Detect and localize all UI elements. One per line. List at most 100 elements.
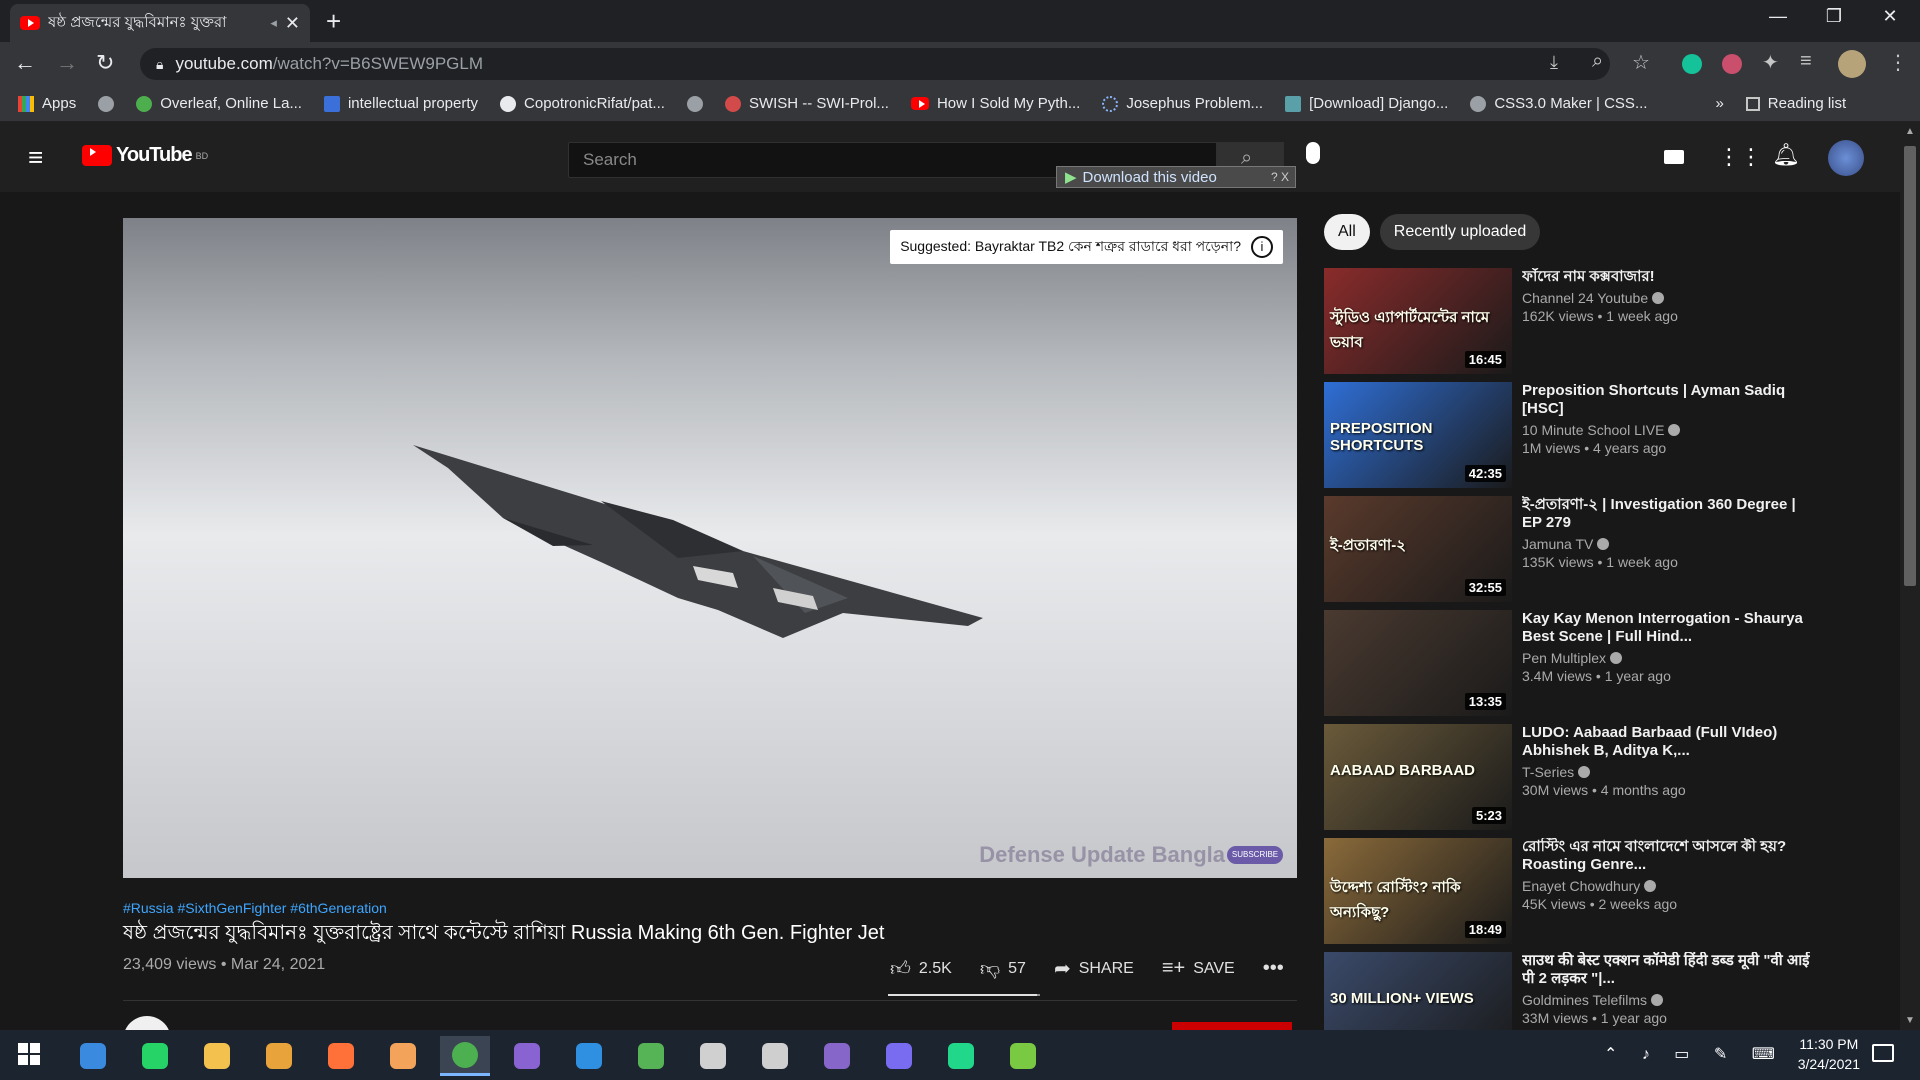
taskbar-app[interactable]: [378, 1036, 428, 1076]
mute-tab-icon[interactable]: ◂: [270, 15, 277, 31]
zoom-icon[interactable]: ⌕: [1592, 50, 1603, 73]
hamburger-menu-icon[interactable]: ≡: [28, 142, 43, 173]
install-icon[interactable]: ⤓: [1550, 52, 1558, 73]
extensions-puzzle-icon[interactable]: ✦: [1762, 50, 1779, 75]
recommendation-title[interactable]: ই-প্রতারণা-২ | Investigation 360 Degree …: [1522, 496, 1812, 532]
restore-window-icon[interactable]: ❐: [1814, 6, 1854, 27]
extension-colorful-icon[interactable]: [1722, 54, 1742, 74]
download-video-helper[interactable]: ▶ Download this video ? X: [1056, 166, 1296, 188]
recommendation-channel[interactable]: Enayet Chowdhury: [1522, 878, 1640, 894]
video-thumbnail[interactable]: 13:35: [1324, 610, 1512, 716]
chip-all[interactable]: All: [1324, 214, 1370, 250]
bookmark-swish[interactable]: SWISH -- SWI-Prol...: [724, 95, 889, 112]
more-actions-button[interactable]: •••: [1263, 957, 1284, 980]
bookmark-django[interactable]: [Download] Django...: [1285, 95, 1448, 112]
info-icon[interactable]: i: [1251, 236, 1273, 258]
taskbar-app[interactable]: [812, 1036, 862, 1076]
recommendation-item[interactable]: ই-প্রতারণা-২ 32:55 ই-প্রতারণা-২ | Investig…: [1324, 496, 1814, 602]
bookmark-josephus[interactable]: Josephus Problem...: [1102, 95, 1263, 112]
address-bar[interactable]: 🔒︎ youtube.com/watch?v=B6SWEW9PGLM: [140, 48, 1610, 80]
video-thumbnail[interactable]: ই-প্রতারণা-২ 32:55: [1324, 496, 1512, 602]
bookmark-apps[interactable]: Apps: [18, 95, 76, 112]
bookmark-css3[interactable]: CSS3.0 Maker | CSS...: [1470, 95, 1647, 112]
video-hashtags[interactable]: #Russia #SixthGenFighter #6thGeneration: [123, 900, 387, 916]
close-tab-icon[interactable]: ✕: [285, 13, 300, 34]
taskbar-app[interactable]: [998, 1036, 1048, 1076]
taskbar-app[interactable]: [68, 1036, 118, 1076]
video-thumbnail[interactable]: AABAAD BARBAAD 5:23: [1324, 724, 1512, 830]
video-player[interactable]: Suggested: Bayraktar TB2 কেন শত্রুর রাডা…: [123, 218, 1297, 878]
recommendation-title[interactable]: ফাঁদের নাম কক্সবাজার!: [1522, 268, 1812, 286]
reload-icon[interactable]: ↻: [96, 50, 114, 76]
notifications-bell-icon[interactable]: 🔔︎: [1772, 142, 1800, 168]
share-button[interactable]: ➦ SHARE: [1054, 956, 1134, 981]
video-thumbnail[interactable]: উদ্দেশ্য রোস্টিং? নাকি অন্যকিছু? 18:49: [1324, 838, 1512, 944]
taskbar-app[interactable]: [192, 1036, 242, 1076]
notification-center-icon[interactable]: [1872, 1044, 1894, 1062]
taskbar-app[interactable]: [130, 1036, 180, 1076]
bookmark-github[interactable]: CopotronicRifat/pat...: [500, 95, 665, 112]
video-thumbnail[interactable]: স্টুডিও এ্যাপার্টমেন্টের নামে ভয়াব 16:45: [1324, 268, 1512, 374]
taskbar-app[interactable]: [750, 1036, 800, 1076]
grammarly-icon[interactable]: [1682, 54, 1702, 74]
taskbar-app[interactable]: [626, 1036, 676, 1076]
reading-list[interactable]: Reading list: [1745, 95, 1846, 112]
recommendation-title[interactable]: LUDO: Aabaad Barbaad (Full VIdeo) Abhish…: [1522, 724, 1812, 760]
scrollbar-thumb[interactable]: [1904, 146, 1916, 586]
recommendation-item[interactable]: AABAAD BARBAAD 5:23 LUDO: Aabaad Barbaad (…: [1324, 724, 1814, 830]
bookmark-intellectual-property[interactable]: intellectual property: [323, 95, 478, 112]
taskbar-app[interactable]: [688, 1036, 738, 1076]
taskbar-app[interactable]: [874, 1036, 924, 1076]
chip-recently-uploaded[interactable]: Recently uploaded: [1379, 214, 1541, 250]
scroll-down-arrow-icon[interactable]: ▼: [1905, 1015, 1915, 1026]
system-tray-icons[interactable]: ⌃ ♪ ▭ ✎ ⌨: [1604, 1044, 1785, 1064]
apps-icon[interactable]: ⋮⋮: [1718, 144, 1762, 170]
recommendation-title[interactable]: রোস্টিং এর নামে বাংলাদেশে আসলে কী হয়? R…: [1522, 838, 1812, 874]
download-helper-close-icon[interactable]: ? X: [1271, 170, 1289, 184]
recommendation-channel[interactable]: Goldmines Telefilms: [1522, 992, 1647, 1008]
recommendation-item[interactable]: উদ্দেশ্য রোস্টিং? নাকি অন্যকিছু? 18:49 রোস…: [1324, 838, 1814, 944]
recommendation-item[interactable]: স্টুডিও এ্যাপার্টমেন্টের নামে ভয়াব 16:45…: [1324, 268, 1814, 374]
bookmark-globe[interactable]: [98, 95, 115, 112]
bookmark-star-icon[interactable]: ☆: [1632, 50, 1650, 75]
taskbar-app[interactable]: [6, 1036, 56, 1076]
scroll-up-arrow-icon[interactable]: ▲: [1905, 126, 1915, 137]
dislike-button[interactable]: 👎︎ 57: [980, 957, 1026, 981]
bookmarks-overflow[interactable]: »: [1715, 95, 1723, 112]
taskbar-clock[interactable]: 11:30 PM 3/24/2021: [1798, 1034, 1860, 1074]
like-button[interactable]: 👍︎ 2.5K: [890, 957, 952, 981]
create-video-icon[interactable]: [1664, 150, 1684, 164]
close-window-icon[interactable]: ✕: [1870, 6, 1910, 27]
taskbar-app[interactable]: [564, 1036, 614, 1076]
recommendation-channel[interactable]: T-Series: [1522, 764, 1574, 780]
bookmark-overleaf[interactable]: Overleaf, Online La...: [136, 95, 302, 112]
bookmark-globe-2[interactable]: [686, 95, 703, 112]
recommendation-item[interactable]: PREPOSITION SHORTCUTS 42:35 Preposition Sh…: [1324, 382, 1814, 488]
taskbar-app[interactable]: [440, 1036, 490, 1076]
profile-avatar-icon[interactable]: [1838, 50, 1866, 78]
recommendation-channel[interactable]: 10 Minute School LIVE: [1522, 422, 1664, 438]
chrome-menu-icon[interactable]: ⋮: [1888, 50, 1908, 75]
taskbar-app[interactable]: [316, 1036, 366, 1076]
save-button[interactable]: ≡+ SAVE: [1162, 957, 1235, 980]
suggested-card[interactable]: Suggested: Bayraktar TB2 কেন শত্রুর রাডা…: [890, 230, 1283, 264]
recommendation-title[interactable]: साउथ की बेस्ट एक्शन कॉमेडी हिंदी डब्ड मू…: [1522, 952, 1812, 988]
recommendation-channel[interactable]: Channel 24 Youtube: [1522, 290, 1648, 306]
youtube-logo[interactable]: YouTube BD: [82, 144, 208, 167]
recommendation-title[interactable]: Kay Kay Menon Interrogation - Shaurya Be…: [1522, 610, 1812, 646]
recommendation-item[interactable]: 13:35 Kay Kay Menon Interrogation - Shaur…: [1324, 610, 1814, 716]
page-scrollbar[interactable]: ▲ ▼: [1900, 122, 1920, 1030]
recommendation-channel[interactable]: Jamuna TV: [1522, 536, 1593, 552]
minimize-window-icon[interactable]: —: [1758, 6, 1798, 27]
taskbar-app[interactable]: [502, 1036, 552, 1076]
bookmark-youtube[interactable]: How I Sold My Pyth...: [910, 95, 1080, 112]
microphone-icon[interactable]: [1306, 142, 1320, 164]
new-tab-icon[interactable]: +: [326, 6, 341, 37]
recommendation-title[interactable]: Preposition Shortcuts | Ayman Sadiq [HSC…: [1522, 382, 1812, 418]
browser-tab-active[interactable]: ষষ্ঠ প্রজন্মের যুদ্ধবিমানঃ যুক্তরা ◂ ✕: [10, 4, 310, 42]
media-controls-icon[interactable]: ≡: [1800, 50, 1812, 73]
taskbar-app[interactable]: [254, 1036, 304, 1076]
back-icon[interactable]: ←: [14, 50, 36, 76]
forward-icon[interactable]: →: [56, 50, 78, 76]
video-thumbnail[interactable]: PREPOSITION SHORTCUTS 42:35: [1324, 382, 1512, 488]
